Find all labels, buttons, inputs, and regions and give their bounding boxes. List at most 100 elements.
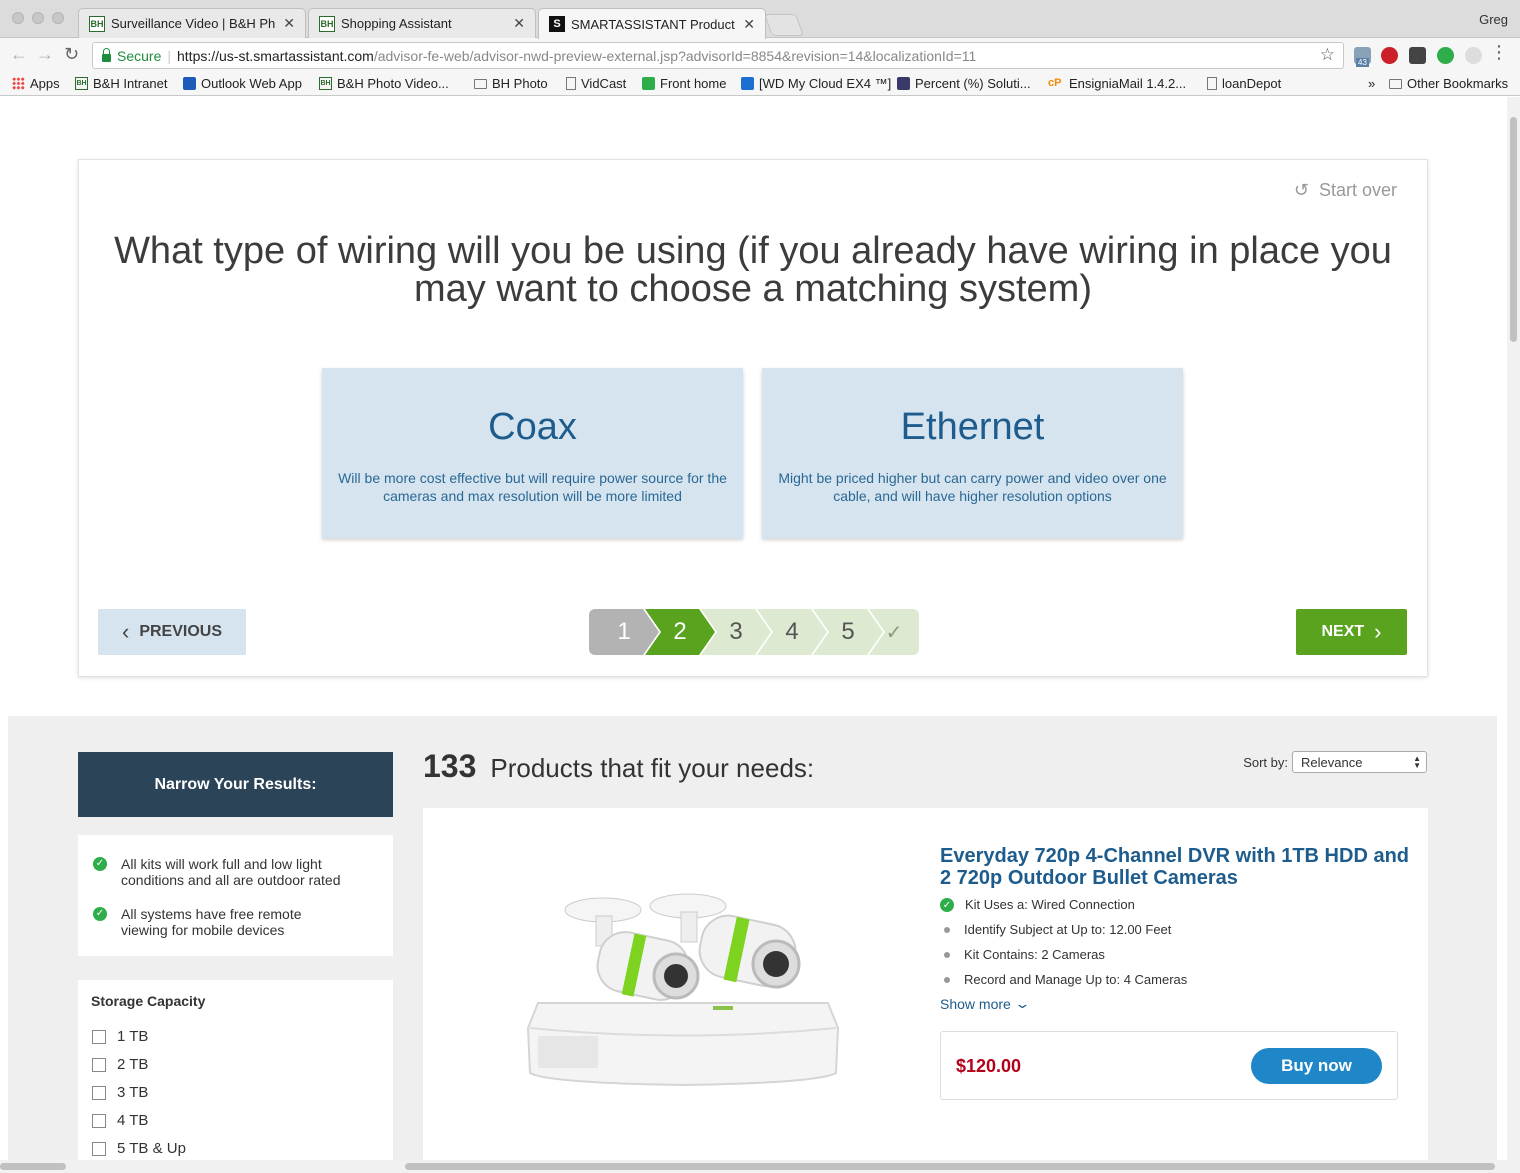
apps-grid-icon [12,77,25,90]
bookmark-star-icon[interactable]: ☆ [1320,45,1335,65]
buy-now-button[interactable]: Buy now [1251,1048,1382,1084]
sort-select[interactable]: Relevance ▲ ▼ [1292,751,1427,773]
bookmark-front-home[interactable]: Front home [642,76,726,91]
tab-smartassistant[interactable]: S SMARTASSISTANT Product Ad ✕ [538,8,766,39]
option-coax[interactable]: Coax Will be more cost effective but wil… [322,368,743,538]
bookmark-ensigniamail[interactable]: cP EnsigniaMail 1.4.2... [1048,76,1186,91]
bookmarks-overflow[interactable]: » [1368,76,1375,91]
address-bar[interactable]: Secure | https://us-st.smartassistant.co… [92,42,1344,69]
storage-capacity-filter: Storage Capacity 1 TB 2 TB 3 TB 4 TB 5 T… [78,980,393,1173]
tab-surveillance-video[interactable]: BH Surveillance Video | B&H Phot ✕ [78,8,306,38]
product-image[interactable] [518,878,848,1098]
filter-option-label: 1 TB [117,1028,149,1045]
tab-close-icon[interactable]: ✕ [513,15,525,32]
bullet-icon [944,976,950,983]
outlook-icon [183,77,196,90]
option-ethernet[interactable]: Ethernet Might be priced higher but can … [762,368,1183,538]
bookmark-label: VidCast [581,76,627,91]
next-button[interactable]: NEXT › [1296,609,1407,655]
window-zoom-dot[interactable] [52,12,64,24]
option-title: Ethernet [900,406,1045,448]
vertical-scroll-thumb[interactable] [1510,117,1517,342]
option-description: Might be priced higher but can carry pow… [778,470,1167,504]
kit-notes: ✓ All kits will work full and low light … [78,835,393,956]
filter-option-label: 5 TB & Up [117,1140,186,1157]
show-more-label: Show more [940,996,1011,1012]
bookmark-loandepot[interactable]: loanDepot [1207,76,1281,91]
checkbox[interactable] [92,1057,106,1072]
forward-arrow-icon[interactable]: → [36,44,54,65]
reload-icon[interactable]: ↻ [64,44,79,65]
vertical-scrollbar[interactable] [1507,97,1520,1173]
bookmark-label: EnsigniaMail 1.4.2... [1069,76,1187,91]
filter-option-5tb-up[interactable]: 5 TB & Up [92,1140,186,1157]
select-arrows-icon: ▲ ▼ [1413,754,1421,770]
cloud-extension-icon[interactable] [1465,47,1482,64]
bookmark-bh-photo-folder[interactable]: BH Photo [474,76,548,91]
bookmark-label: B&H Intranet [93,76,168,91]
feature-text: Identify Subject at Up to: 12.00 Feet [964,922,1172,937]
filter-option-4tb[interactable]: 4 TB [92,1112,148,1129]
back-arrow-icon[interactable]: ← [10,44,28,65]
bookmark-wd-my-cloud[interactable]: [WD My Cloud EX4 ™] [741,76,891,91]
bookmark-other[interactable]: Other Bookmarks [1389,76,1508,91]
tab-close-icon[interactable]: ✕ [743,16,755,33]
product-card: Everyday 720p 4-Channel DVR with 1TB HDD… [423,808,1428,1173]
window-close-dot[interactable] [12,12,24,24]
advisor-question-card: ↺ Start over What type of wiring will yo… [78,159,1428,677]
tab-title: Surveillance Video | B&H Phot [111,16,276,31]
checkbox[interactable] [92,1113,106,1128]
product-title-link[interactable]: Everyday 720p 4-Channel DVR with 1TB HDD… [940,845,1410,889]
bookmark-bh-intranet[interactable]: BH B&H Intranet [75,76,167,91]
url-host: https://us-st.smartassistant.com [177,47,374,64]
horizontal-scroll-thumb[interactable] [405,1163,1495,1170]
step-1[interactable]: 1 [589,609,659,655]
new-tab-button[interactable] [763,14,805,36]
menu-dots-icon[interactable]: ⋮ [1490,42,1508,63]
bookmark-vidcast[interactable]: VidCast [566,76,626,91]
layers-extension-icon[interactable] [1409,47,1426,64]
url-path: /advisor-fe-web/advisor-nwd-preview-exte… [373,47,977,64]
filter-option-2tb[interactable]: 2 TB [92,1056,148,1073]
filter-option-1tb[interactable]: 1 TB [92,1028,148,1045]
show-more-link[interactable]: Show more ⌄ [940,996,1030,1012]
window-minimize-dot[interactable] [32,12,44,24]
filter-option-label: 3 TB [117,1084,149,1101]
checkbox[interactable] [92,1085,106,1100]
tab-shopping-assistant[interactable]: BH Shopping Assistant ✕ [308,8,536,38]
checkbox[interactable] [92,1029,106,1044]
check-circle-icon: ✓ [93,907,107,921]
horizontal-scroll-thumb-left[interactable] [0,1163,66,1170]
bookmark-label: [WD My Cloud EX4 ™] [759,76,892,91]
bookmark-bh-photo-video[interactable]: BH B&H Photo Video... [319,76,449,91]
bookmark-percent[interactable]: Percent (%) Soluti... [897,76,1031,91]
filter-option-3tb[interactable]: 3 TB [92,1084,148,1101]
bookmark-apps[interactable]: Apps [12,76,60,91]
previous-button[interactable]: ‹ PREVIOUS [98,609,246,655]
tab-close-icon[interactable]: ✕ [283,15,295,32]
bookmark-label: BH Photo [492,76,548,91]
product-price: $120.00 [956,1056,1022,1076]
wd-icon [741,77,754,90]
bookmarks-bar: Apps BH B&H Intranet Outlook Web App BH B&… [0,72,1520,96]
start-over-label: Start over [1318,180,1397,200]
horizontal-scrollbar[interactable] [0,1160,1507,1173]
option-description: Will be more cost effective but will req… [338,470,727,504]
grammar-extension-icon[interactable] [1437,47,1454,64]
product-feature: ✓ Kit Uses a: Wired Connection [940,897,1135,912]
start-over-link[interactable]: ↺ Start over [1294,180,1397,201]
profile-name[interactable]: Greg [1479,12,1508,27]
checkbox[interactable] [92,1141,106,1156]
sort-value: Relevance [1301,754,1363,770]
bookmark-outlook[interactable]: Outlook Web App [183,76,302,91]
bh-favicon-icon: BH [319,15,335,32]
bookmark-label: B&H Photo Video... [337,76,449,91]
feature-text: Record and Manage Up to: 4 Cameras [964,972,1188,987]
folder-icon [474,78,487,89]
narrow-results-header: Narrow Your Results: [78,752,393,817]
pinterest-extension-icon[interactable] [1381,47,1398,64]
question-title: What type of wiring will you be using (i… [114,230,1392,310]
url-separator: | [167,47,171,64]
product-feature: Identify Subject at Up to: 12.00 Feet [940,922,1171,937]
bullet-icon [944,951,950,958]
